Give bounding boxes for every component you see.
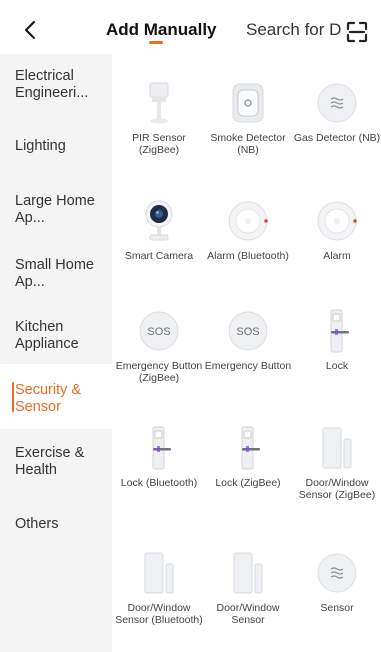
device-card[interactable]: Door/Window Sensor [204, 550, 292, 626]
alarm-icon [225, 198, 271, 244]
device-label: Alarm (Bluetooth) [207, 250, 289, 262]
device-label: Emergency Button [204, 360, 292, 372]
device-card[interactable]: Door/Window Sensor (Bluetooth) [115, 550, 203, 626]
device-label: Alarm [323, 250, 351, 262]
device-label: Door/Window Sensor (Bluetooth) [115, 602, 203, 626]
sidebar-item-others[interactable]: Others [0, 516, 112, 536]
device-card[interactable]: Smoke Detector (NB) [204, 80, 292, 156]
sidebar-item-lighting[interactable]: Lighting [0, 138, 112, 158]
smart-camera-icon [136, 198, 182, 244]
device-card[interactable]: Smart Camera [115, 198, 203, 262]
device-card[interactable]: Lock [293, 308, 381, 372]
device-label: Smart Camera [124, 250, 194, 262]
scan-button[interactable] [346, 21, 368, 43]
sidebar-item-label: Large Home Ap... [15, 193, 95, 226]
back-button[interactable] [18, 16, 42, 44]
door-lock-icon [314, 308, 360, 354]
device-label: Door/Window Sensor (ZigBee) [298, 477, 376, 501]
device-card[interactable]: Door/Window Sensor (ZigBee) [293, 425, 381, 501]
device-label: Emergency Button (ZigBee) [115, 360, 203, 384]
sidebar-item-label: Lighting [15, 138, 66, 154]
device-card[interactable]: Alarm [293, 198, 381, 262]
scan-icon [346, 21, 368, 43]
category-sidebar: Electrical Engineeri... Lighting Large H… [0, 54, 112, 652]
device-label: Sensor [320, 602, 354, 614]
tab-search-devices[interactable]: Search for D [246, 20, 346, 40]
gas-detector-icon [314, 80, 360, 126]
sidebar-item-label: Others [15, 516, 59, 532]
sidebar-item-label: Kitchen Appliance [15, 319, 79, 352]
device-card[interactable]: Lock (Bluetooth) [115, 425, 203, 489]
door-window-sensor-icon [136, 550, 182, 596]
device-card[interactable]: SOS Emergency Button (ZigBee) [115, 308, 203, 384]
sidebar-item-exercise-health[interactable]: Exercise & Health [0, 445, 112, 485]
device-label: Lock [325, 360, 349, 372]
door-lock-icon [136, 425, 182, 471]
top-bar: Add Manually Search for D [0, 0, 381, 54]
active-tab-indicator [149, 41, 163, 44]
sidebar-item-electrical-engineering[interactable]: Electrical Engineeri... [0, 68, 112, 114]
device-card[interactable]: Sensor [293, 550, 381, 614]
sos-button-icon: SOS [136, 308, 182, 354]
sidebar-item-label: Electrical Engineeri... [15, 68, 89, 101]
sidebar-item-kitchen-appliance[interactable]: Kitchen Appliance [0, 319, 112, 359]
door-window-sensor-icon [314, 425, 360, 471]
device-card[interactable]: SOS Emergency Button [204, 308, 292, 372]
device-card[interactable]: Gas Detector (NB) [293, 80, 381, 144]
device-card[interactable]: Alarm (Bluetooth) [204, 198, 292, 262]
sidebar-item-label: Exercise & Health [15, 445, 85, 478]
device-card[interactable]: PIR Sensor (ZigBee) [115, 80, 203, 156]
device-card[interactable]: Lock (ZigBee) [204, 425, 292, 489]
sidebar-item-label: Small Home Ap... [15, 257, 94, 290]
sidebar-item-label: Security & Sensor [15, 382, 82, 415]
device-label: Gas Detector (NB) [293, 132, 381, 144]
sos-button-icon: SOS [225, 308, 271, 354]
sensor-icon [314, 550, 360, 596]
device-label: Smoke Detector (NB) [210, 132, 286, 156]
tab-add-manually[interactable]: Add Manually [106, 20, 217, 40]
device-label: Door/Window Sensor [216, 602, 280, 626]
device-label: Lock (Bluetooth) [120, 477, 198, 489]
svg-text:SOS: SOS [236, 326, 259, 338]
sidebar-item-large-home-appliance[interactable]: Large Home Ap... [0, 193, 112, 233]
device-label: Lock (ZigBee) [215, 477, 281, 489]
sidebar-item-security-sensor[interactable]: Security & Sensor [0, 364, 112, 429]
svg-text:SOS: SOS [147, 326, 170, 338]
pir-sensor-icon [136, 80, 182, 126]
device-grid: PIR Sensor (ZigBee) Smoke Detector (NB) … [112, 54, 381, 652]
chevron-left-icon [25, 21, 35, 39]
active-category-indicator [12, 382, 14, 412]
smoke-detector-icon [225, 80, 271, 126]
door-lock-icon [225, 425, 271, 471]
device-label: PIR Sensor (ZigBee) [132, 132, 186, 156]
alarm-icon [314, 198, 360, 244]
sidebar-item-small-home-appliance[interactable]: Small Home Ap... [0, 257, 112, 297]
door-window-sensor-icon [225, 550, 271, 596]
